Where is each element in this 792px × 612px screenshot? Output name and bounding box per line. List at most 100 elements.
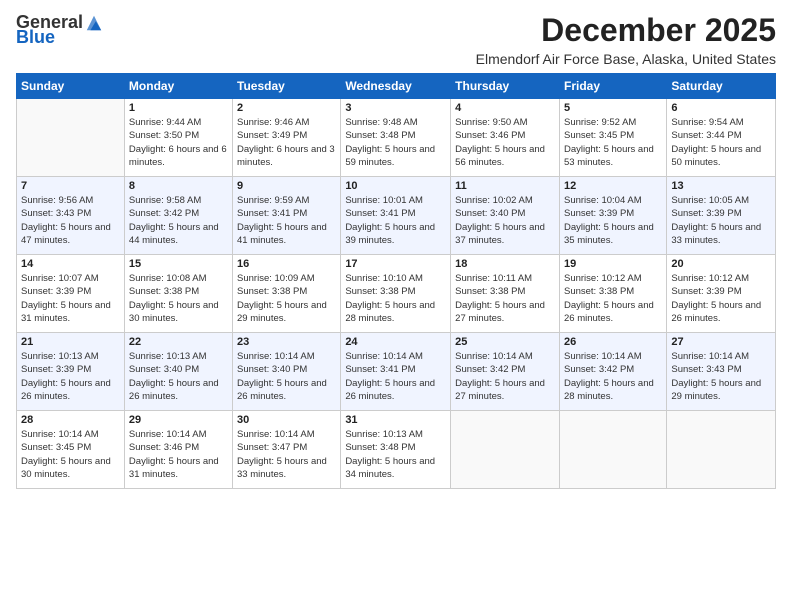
cell-info: Sunrise: 10:11 AMSunset: 3:38 PMDaylight… bbox=[455, 272, 555, 325]
cell-info: Sunrise: 10:14 AMSunset: 3:45 PMDaylight… bbox=[21, 428, 120, 481]
cell-day-number: 16 bbox=[237, 258, 336, 270]
cell-info: Sunrise: 10:12 AMSunset: 3:38 PMDaylight… bbox=[564, 272, 662, 325]
calendar-cell: 9 Sunrise: 9:59 AMSunset: 3:41 PMDaylight… bbox=[233, 177, 341, 255]
cell-info: Sunrise: 9:59 AMSunset: 3:41 PMDaylight:… bbox=[237, 194, 336, 247]
cell-info: Sunrise: 10:13 AMSunset: 3:39 PMDaylight… bbox=[21, 350, 120, 403]
cell-day-number: 26 bbox=[564, 336, 662, 348]
cell-day-number: 13 bbox=[671, 180, 771, 192]
calendar-cell: 12 Sunrise: 10:04 AMSunset: 3:39 PMDaylig… bbox=[559, 177, 666, 255]
calendar-cell: 13 Sunrise: 10:05 AMSunset: 3:39 PMDaylig… bbox=[667, 177, 776, 255]
cell-info: Sunrise: 10:10 AMSunset: 3:38 PMDaylight… bbox=[345, 272, 446, 325]
cell-day-number: 31 bbox=[345, 414, 446, 426]
calendar-cell: 28 Sunrise: 10:14 AMSunset: 3:45 PMDaylig… bbox=[17, 411, 125, 489]
cell-info: Sunrise: 10:07 AMSunset: 3:39 PMDaylight… bbox=[21, 272, 120, 325]
title-section: December 2025 Elmendorf Air Force Base, … bbox=[476, 12, 776, 67]
cell-info: Sunrise: 10:09 AMSunset: 3:38 PMDaylight… bbox=[237, 272, 336, 325]
header-row: SundayMondayTuesdayWednesdayThursdayFrid… bbox=[17, 74, 776, 99]
calendar-cell: 15 Sunrise: 10:08 AMSunset: 3:38 PMDaylig… bbox=[124, 255, 232, 333]
week-row-5: 28 Sunrise: 10:14 AMSunset: 3:45 PMDaylig… bbox=[17, 411, 776, 489]
cell-day-number: 17 bbox=[345, 258, 446, 270]
calendar-cell: 8 Sunrise: 9:58 AMSunset: 3:42 PMDaylight… bbox=[124, 177, 232, 255]
cell-info: Sunrise: 10:14 AMSunset: 3:42 PMDaylight… bbox=[455, 350, 555, 403]
calendar-cell: 6 Sunrise: 9:54 AMSunset: 3:44 PMDaylight… bbox=[667, 99, 776, 177]
cell-day-number: 11 bbox=[455, 180, 555, 192]
cell-info: Sunrise: 10:01 AMSunset: 3:41 PMDaylight… bbox=[345, 194, 446, 247]
cell-day-number: 27 bbox=[671, 336, 771, 348]
calendar-cell: 22Sunrise: 10:13 AMSunset: 3:40 PMDaylig… bbox=[124, 333, 232, 411]
calendar-cell: 10 Sunrise: 10:01 AMSunset: 3:41 PMDaylig… bbox=[341, 177, 451, 255]
cell-day-number: 6 bbox=[671, 102, 771, 114]
logo-blue: Blue bbox=[16, 27, 55, 48]
calendar-cell: 21 Sunrise: 10:13 AMSunset: 3:39 PMDaylig… bbox=[17, 333, 125, 411]
cell-info: Sunrise: 10:08 AMSunset: 3:38 PMDaylight… bbox=[129, 272, 228, 325]
cell-info: Sunrise: 9:54 AMSunset: 3:44 PMDaylight:… bbox=[671, 116, 771, 169]
calendar-cell: 25 Sunrise: 10:14 AMSunset: 3:42 PMDaylig… bbox=[451, 333, 560, 411]
cell-info: Sunrise: 10:14 AMSunset: 3:42 PMDaylight… bbox=[564, 350, 662, 403]
cell-day-number: 10 bbox=[345, 180, 446, 192]
calendar-cell bbox=[667, 411, 776, 489]
cell-info: Sunrise: 9:46 AMSunset: 3:49 PMDaylight:… bbox=[237, 116, 336, 169]
cell-day-number: 30 bbox=[237, 414, 336, 426]
calendar-cell: 23 Sunrise: 10:14 AMSunset: 3:40 PMDaylig… bbox=[233, 333, 341, 411]
cell-day-number: 14 bbox=[21, 258, 120, 270]
cell-day-number: 3 bbox=[345, 102, 446, 114]
cell-info: Sunrise: 10:14 AMSunset: 3:46 PMDaylight… bbox=[129, 428, 228, 481]
cell-day-number: 12 bbox=[564, 180, 662, 192]
cell-day-number: 1 bbox=[129, 102, 228, 114]
cell-day-number: 9 bbox=[237, 180, 336, 192]
calendar-cell: 31 Sunrise: 10:13 AMSunset: 3:48 PMDaylig… bbox=[341, 411, 451, 489]
cell-day-number: 2 bbox=[237, 102, 336, 114]
cell-day-number: 24 bbox=[345, 336, 446, 348]
cell-info: Sunrise: 10:14 AMSunset: 3:47 PMDaylight… bbox=[237, 428, 336, 481]
cell-day-number: 22 bbox=[129, 336, 228, 348]
calendar-cell: 24 Sunrise: 10:14 AMSunset: 3:41 PMDaylig… bbox=[341, 333, 451, 411]
calendar-cell: 26 Sunrise: 10:14 AMSunset: 3:42 PMDaylig… bbox=[559, 333, 666, 411]
cell-info: Sunrise: 10:04 AMSunset: 3:39 PMDaylight… bbox=[564, 194, 662, 247]
cell-day-number: 21 bbox=[21, 336, 120, 348]
cell-info: Sunrise: 10:14 AMSunset: 3:41 PMDaylight… bbox=[345, 350, 446, 403]
calendar-cell: 3Sunrise: 9:48 AMSunset: 3:48 PMDaylight… bbox=[341, 99, 451, 177]
cell-day-number: 25 bbox=[455, 336, 555, 348]
calendar-cell bbox=[451, 411, 560, 489]
week-row-1: 1Sunrise: 9:44 AMSunset: 3:50 PMDaylight… bbox=[17, 99, 776, 177]
calendar-cell: 20 Sunrise: 10:12 AMSunset: 3:39 PMDaylig… bbox=[667, 255, 776, 333]
calendar-cell: 29 Sunrise: 10:14 AMSunset: 3:46 PMDaylig… bbox=[124, 411, 232, 489]
cell-day-number: 20 bbox=[671, 258, 771, 270]
day-header-monday: Monday bbox=[124, 74, 232, 99]
calendar-cell: 17 Sunrise: 10:10 AMSunset: 3:38 PMDaylig… bbox=[341, 255, 451, 333]
calendar-cell: 18 Sunrise: 10:11 AMSunset: 3:38 PMDaylig… bbox=[451, 255, 560, 333]
calendar-cell: 30 Sunrise: 10:14 AMSunset: 3:47 PMDaylig… bbox=[233, 411, 341, 489]
calendar-cell: 7 Sunrise: 9:56 AMSunset: 3:43 PMDaylight… bbox=[17, 177, 125, 255]
calendar-cell: 27Sunrise: 10:14 AMSunset: 3:43 PMDaylig… bbox=[667, 333, 776, 411]
week-row-2: 7 Sunrise: 9:56 AMSunset: 3:43 PMDaylight… bbox=[17, 177, 776, 255]
calendar-cell: 4Sunrise: 9:50 AMSunset: 3:46 PMDaylight… bbox=[451, 99, 560, 177]
cell-day-number: 28 bbox=[21, 414, 120, 426]
day-header-friday: Friday bbox=[559, 74, 666, 99]
cell-day-number: 15 bbox=[129, 258, 228, 270]
logo-icon bbox=[85, 14, 103, 32]
cell-info: Sunrise: 10:12 AMSunset: 3:39 PMDaylight… bbox=[671, 272, 771, 325]
calendar-cell: 16 Sunrise: 10:09 AMSunset: 3:38 PMDaylig… bbox=[233, 255, 341, 333]
cell-info: Sunrise: 10:14 AMSunset: 3:40 PMDaylight… bbox=[237, 350, 336, 403]
cell-day-number: 7 bbox=[21, 180, 120, 192]
location-title: Elmendorf Air Force Base, Alaska, United… bbox=[476, 51, 776, 67]
cell-info: Sunrise: 9:56 AMSunset: 3:43 PMDaylight:… bbox=[21, 194, 120, 247]
calendar-cell: 1Sunrise: 9:44 AMSunset: 3:50 PMDaylight… bbox=[124, 99, 232, 177]
cell-day-number: 8 bbox=[129, 180, 228, 192]
cell-info: Sunrise: 9:58 AMSunset: 3:42 PMDaylight:… bbox=[129, 194, 228, 247]
logo: General Blue bbox=[16, 12, 103, 48]
calendar: SundayMondayTuesdayWednesdayThursdayFrid… bbox=[16, 73, 776, 489]
cell-day-number: 19 bbox=[564, 258, 662, 270]
cell-info: Sunrise: 10:05 AMSunset: 3:39 PMDaylight… bbox=[671, 194, 771, 247]
cell-day-number: 29 bbox=[129, 414, 228, 426]
cell-day-number: 18 bbox=[455, 258, 555, 270]
cell-info: Sunrise: 10:13 AMSunset: 3:48 PMDaylight… bbox=[345, 428, 446, 481]
week-row-4: 21 Sunrise: 10:13 AMSunset: 3:39 PMDaylig… bbox=[17, 333, 776, 411]
header: General Blue December 2025 Elmendorf Air… bbox=[16, 12, 776, 67]
calendar-cell: 2 Sunrise: 9:46 AMSunset: 3:49 PMDaylight… bbox=[233, 99, 341, 177]
cell-day-number: 23 bbox=[237, 336, 336, 348]
day-header-wednesday: Wednesday bbox=[341, 74, 451, 99]
calendar-cell: 14 Sunrise: 10:07 AMSunset: 3:39 PMDaylig… bbox=[17, 255, 125, 333]
page: General Blue December 2025 Elmendorf Air… bbox=[0, 0, 792, 612]
calendar-cell bbox=[17, 99, 125, 177]
